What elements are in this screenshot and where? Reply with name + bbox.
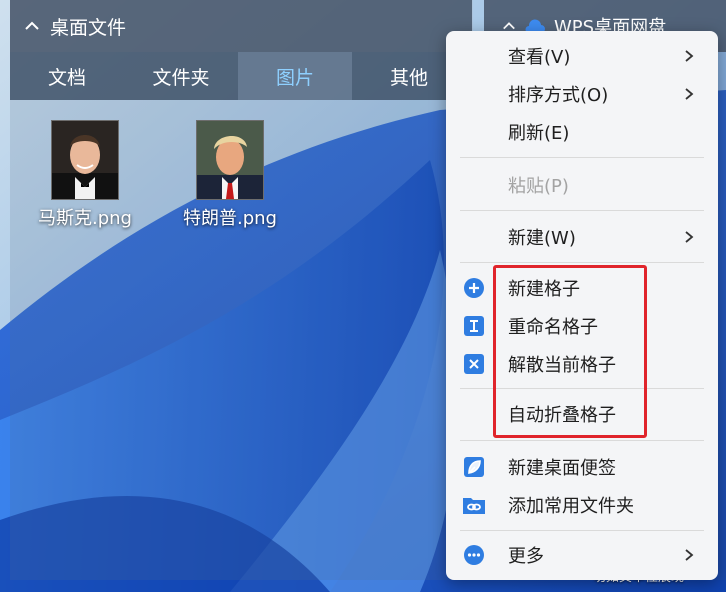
- menu-item-label: 排序方式(O): [508, 85, 609, 106]
- menu-item-dissolve-grid[interactable]: 解散当前格子: [446, 346, 718, 382]
- menu-item-refresh[interactable]: 刷新(E): [446, 114, 718, 150]
- chevron-right-icon: [684, 49, 694, 63]
- menu-item-label: 自动折叠格子: [508, 405, 616, 426]
- menu-item-new-grid[interactable]: 新建格子: [446, 270, 718, 306]
- desktop-fence: 桌面文件 文档 文件夹 图片 其他 马斯克.png 特朗普.png: [10, 0, 473, 580]
- menu-separator: [460, 262, 704, 263]
- chevron-right-icon: [684, 87, 694, 101]
- more-icon: [462, 543, 486, 567]
- menu-item-label: 解散当前格子: [508, 355, 616, 376]
- file-item[interactable]: 特朗普.png: [170, 120, 290, 230]
- context-menu: 查看(V) 排序方式(O) 刷新(E) 粘贴(P) 新建(W) 新建格子 重命名…: [446, 31, 718, 580]
- menu-item-auto-collapse[interactable]: 自动折叠格子: [446, 396, 718, 432]
- menu-item-label: 重命名格子: [508, 317, 598, 338]
- plus-circle-icon: [462, 276, 486, 300]
- menu-separator: [460, 210, 704, 211]
- image-thumbnail: [196, 120, 264, 200]
- image-thumbnail: [51, 120, 119, 200]
- menu-separator: [460, 440, 704, 441]
- menu-item-label: 刷新(E): [508, 123, 570, 144]
- file-item[interactable]: 马斯克.png: [25, 120, 145, 230]
- file-name: 特朗普.png: [183, 208, 277, 229]
- menu-item-sort[interactable]: 排序方式(O): [446, 76, 718, 112]
- menu-separator: [460, 530, 704, 531]
- menu-item-label: 粘贴(P): [508, 176, 569, 197]
- menu-item-more[interactable]: 更多: [446, 537, 718, 573]
- menu-separator: [460, 388, 704, 389]
- menu-item-view[interactable]: 查看(V): [446, 38, 718, 74]
- link-folder-icon: [462, 493, 486, 517]
- menu-item-label: 新建(W): [508, 228, 576, 249]
- chevron-right-icon: [684, 230, 694, 244]
- leaf-note-icon: [462, 455, 486, 479]
- tab-documents[interactable]: 文档: [10, 52, 124, 100]
- rename-icon: [462, 314, 486, 338]
- menu-item-add-folder[interactable]: 添加常用文件夹: [446, 487, 718, 523]
- menu-item-label: 添加常用文件夹: [508, 496, 634, 517]
- file-name: 马斯克.png: [38, 208, 132, 229]
- fence-title: 桌面文件: [50, 16, 127, 39]
- fence-tabs: 文档 文件夹 图片 其他: [10, 52, 472, 100]
- menu-item-new-note[interactable]: 新建桌面便签: [446, 449, 718, 485]
- fence-header[interactable]: 桌面文件: [10, 0, 472, 52]
- menu-item-label: 新建桌面便签: [508, 458, 616, 479]
- menu-item-rename-grid[interactable]: 重命名格子: [446, 308, 718, 344]
- menu-item-label: 更多: [508, 546, 544, 567]
- menu-separator: [460, 157, 704, 158]
- dissolve-icon: [462, 352, 486, 376]
- chevron-up-icon[interactable]: [24, 18, 40, 34]
- menu-item-label: 新建格子: [508, 279, 580, 300]
- chevron-right-icon: [684, 548, 694, 562]
- menu-item-new[interactable]: 新建(W): [446, 219, 718, 255]
- tab-images[interactable]: 图片: [238, 52, 352, 100]
- menu-item-paste: 粘贴(P): [446, 167, 718, 203]
- menu-item-label: 查看(V): [508, 47, 571, 68]
- tab-folders[interactable]: 文件夹: [124, 52, 238, 100]
